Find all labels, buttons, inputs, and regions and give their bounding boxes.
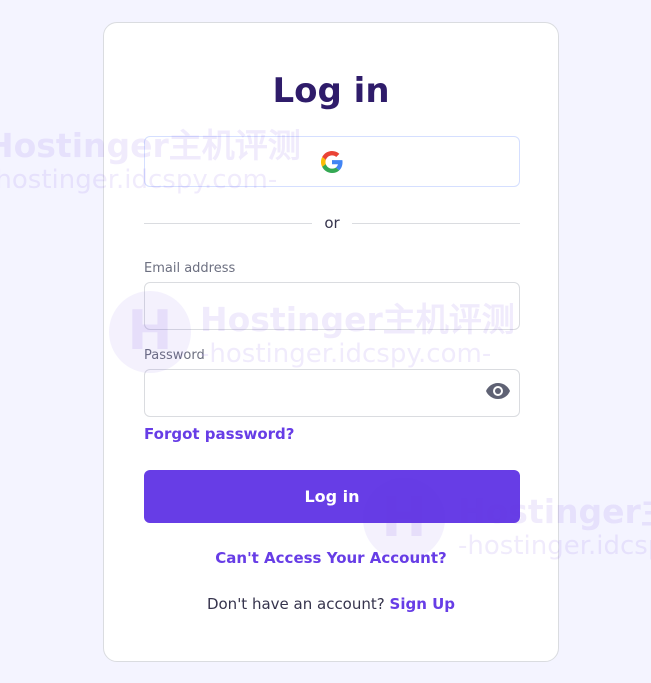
eye-icon[interactable] bbox=[485, 382, 511, 400]
signup-row: Don't have an account? Sign Up bbox=[104, 595, 558, 613]
password-label: Password bbox=[144, 348, 205, 363]
divider-line-right bbox=[351, 222, 521, 224]
login-button[interactable]: Log in bbox=[144, 470, 520, 523]
google-login-button[interactable] bbox=[144, 136, 520, 187]
login-card: Log in or Email address Password Forgot … bbox=[103, 22, 559, 662]
google-g-icon bbox=[321, 150, 343, 173]
cant-access-link[interactable]: Can't Access Your Account? bbox=[215, 549, 446, 567]
page-title: Log in bbox=[272, 71, 390, 111]
cant-access-row: Can't Access Your Account? bbox=[104, 549, 558, 567]
no-account-text: Don't have an account? bbox=[206, 595, 385, 613]
email-field[interactable] bbox=[144, 282, 520, 330]
or-divider: or bbox=[144, 213, 521, 233]
divider-line-left bbox=[144, 222, 313, 224]
password-field[interactable] bbox=[144, 369, 520, 417]
forgot-password-link[interactable]: Forgot password? bbox=[144, 425, 295, 443]
sign-up-link[interactable]: Sign Up bbox=[390, 595, 456, 613]
page: Log in or Email address Password Forgot … bbox=[0, 0, 651, 683]
email-label: Email address bbox=[144, 261, 236, 276]
divider-text: or bbox=[324, 214, 340, 232]
